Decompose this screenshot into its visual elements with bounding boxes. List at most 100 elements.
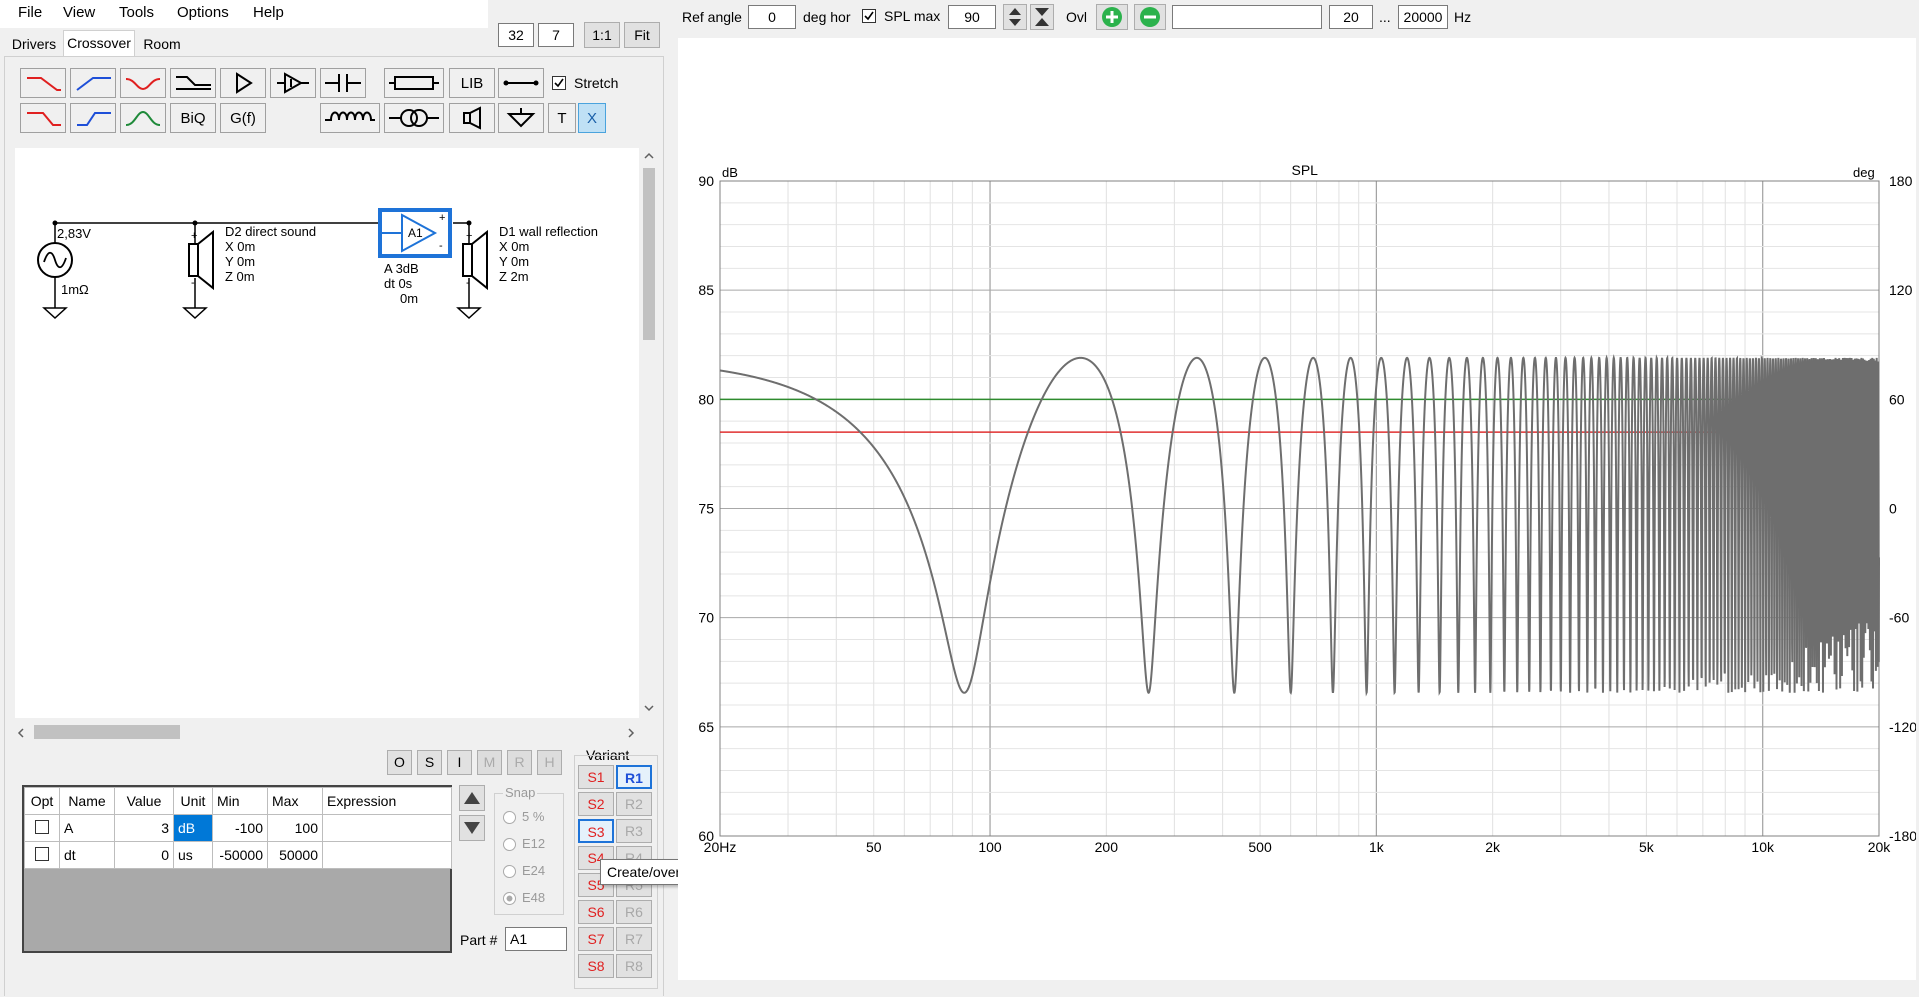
menu-view[interactable]: View: [63, 4, 95, 21]
highpass-blue-icon[interactable]: [70, 68, 116, 98]
d2-name[interactable]: D2 direct sound: [225, 224, 316, 239]
variant-r8[interactable]: R8: [616, 954, 652, 978]
spl-collapse-button[interactable]: [1030, 4, 1054, 30]
spl-max-input[interactable]: 90: [948, 5, 996, 29]
scroll-right-icon[interactable]: [625, 727, 637, 739]
add-overlay-button[interactable]: [1096, 4, 1128, 30]
lowpass-red-icon[interactable]: [20, 68, 66, 98]
stretch-checkbox[interactable]: [552, 76, 566, 93]
variant-s1[interactable]: S1: [578, 765, 614, 789]
notch-red-icon[interactable]: [120, 68, 166, 98]
param-min[interactable]: -100: [212, 814, 268, 842]
part-input[interactable]: A1: [505, 927, 567, 951]
speaker-icon[interactable]: [449, 103, 495, 133]
horizontal-scrollbar[interactable]: [15, 722, 639, 744]
lowpass2-red-icon[interactable]: [20, 103, 66, 133]
variant-s6[interactable]: S6: [578, 900, 614, 924]
buffer-icon[interactable]: [270, 68, 316, 98]
param-expression[interactable]: [322, 841, 452, 869]
tab-crossover[interactable]: Crossover: [63, 30, 135, 56]
variant-r2[interactable]: R2: [616, 792, 652, 816]
zoom-value-2[interactable]: 7: [538, 23, 574, 47]
remove-overlay-button[interactable]: [1134, 4, 1166, 30]
vertical-scrollbar[interactable]: [640, 148, 658, 720]
snap-e12[interactable]: E12: [503, 836, 545, 852]
param-unit[interactable]: dB: [173, 814, 213, 842]
snap-e24[interactable]: E24: [503, 863, 545, 879]
param-max[interactable]: 50000: [267, 841, 323, 869]
variant-r1[interactable]: R1: [616, 765, 652, 789]
spl-spin-button[interactable]: [1003, 4, 1027, 30]
param-value[interactable]: 3: [114, 814, 174, 842]
freq-max-input[interactable]: 20000: [1398, 5, 1448, 29]
schematic-canvas[interactable]: 2,83V 1mΩ + - D2 direct sound X 0m Y 0m …: [15, 148, 639, 718]
move-up-button[interactable]: [459, 785, 485, 811]
move-down-button[interactable]: [459, 815, 485, 841]
h-button[interactable]: H: [537, 750, 562, 775]
bandpass-green-icon[interactable]: [120, 103, 166, 133]
opt-checkbox[interactable]: [35, 846, 49, 861]
opt-checkbox[interactable]: [35, 819, 49, 834]
radio-icon: [503, 811, 516, 825]
o-button[interactable]: O: [387, 750, 412, 775]
s-button[interactable]: S: [417, 750, 442, 775]
shelf-filter-icon[interactable]: [170, 68, 216, 98]
ground-icon[interactable]: [498, 103, 544, 133]
table-row[interactable]: dt 0 us -50000 50000: [24, 841, 452, 869]
variant-s2[interactable]: S2: [578, 792, 614, 816]
scroll-left-icon[interactable]: [15, 727, 27, 739]
vertical-scroll-thumb[interactable]: [643, 168, 655, 340]
r-button[interactable]: R: [507, 750, 532, 775]
inductor-icon[interactable]: [320, 103, 380, 133]
menu-options[interactable]: Options: [177, 4, 229, 21]
m-button[interactable]: M: [477, 750, 502, 775]
highpass2-blue-icon[interactable]: [70, 103, 116, 133]
spl-chart[interactable]: SPLdB deg90858075706560180120600-60-120-1…: [678, 38, 1916, 980]
tab-room[interactable]: Room: [139, 32, 185, 56]
text-button[interactable]: T: [548, 103, 576, 133]
scroll-down-icon[interactable]: [643, 702, 655, 714]
menu-tools[interactable]: Tools: [119, 4, 154, 21]
menu-file[interactable]: File: [18, 4, 42, 21]
resistor-icon[interactable]: [384, 68, 444, 98]
library-button[interactable]: LIB: [449, 68, 495, 98]
x-button[interactable]: X: [578, 103, 606, 133]
zoom-value-1[interactable]: 32: [498, 23, 534, 47]
biquad-button[interactable]: BiQ: [170, 103, 216, 133]
gf-button[interactable]: G(f): [220, 103, 266, 133]
capacitor-icon[interactable]: [320, 68, 366, 98]
i-button[interactable]: I: [447, 750, 472, 775]
overlay-input[interactable]: [1172, 5, 1322, 29]
amplifier-icon[interactable]: [220, 68, 266, 98]
param-expression[interactable]: [322, 814, 452, 842]
variant-r6[interactable]: R6: [616, 900, 652, 924]
variant-r7[interactable]: R7: [616, 927, 652, 951]
param-value[interactable]: 0: [114, 841, 174, 869]
table-row[interactable]: A 3 dB -100 100: [24, 814, 452, 842]
menu-help[interactable]: Help: [253, 4, 284, 21]
param-min[interactable]: -50000: [212, 841, 268, 869]
variant-s7[interactable]: S7: [578, 927, 614, 951]
variant-s3[interactable]: S3: [578, 819, 614, 843]
horizontal-scroll-thumb[interactable]: [34, 725, 180, 739]
param-unit[interactable]: us: [173, 841, 213, 869]
d1-name[interactable]: D1 wall reflection: [499, 224, 598, 239]
fit-button[interactable]: Fit: [624, 22, 660, 48]
ref-angle-input[interactable]: 0: [748, 5, 796, 29]
d1-x: X 0m: [499, 239, 530, 254]
amp-label[interactable]: A1: [408, 226, 423, 240]
snap-e48[interactable]: E48: [503, 890, 545, 906]
variant-s8[interactable]: S8: [578, 954, 614, 978]
param-max[interactable]: 100: [267, 814, 323, 842]
scroll-up-icon[interactable]: [643, 150, 655, 162]
parameter-grid[interactable]: Opt Name Value Unit Min Max Expression A…: [22, 785, 452, 953]
spl-max-checkbox[interactable]: [862, 9, 876, 26]
variant-r3[interactable]: R3: [616, 819, 652, 843]
tab-drivers[interactable]: Drivers: [8, 32, 60, 56]
wire-icon[interactable]: [498, 68, 544, 98]
freq-min-input[interactable]: 20: [1329, 5, 1373, 29]
radio-selected-icon: [503, 892, 516, 906]
transformer-icon[interactable]: [384, 103, 444, 133]
snap-5pct[interactable]: 5 %: [503, 809, 544, 825]
zoom-1-1-button[interactable]: 1:1: [584, 22, 620, 48]
